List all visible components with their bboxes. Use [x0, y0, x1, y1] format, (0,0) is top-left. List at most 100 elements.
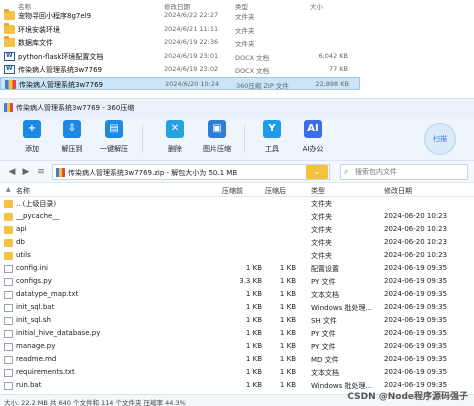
file-row[interactable]: utils 文件夹 2024-06-20 10:23 — [0, 250, 474, 262]
explorer-row[interactable]: 传染病人管理系统3w7769 2024/6/19 23:02 DOCX 文档 77 K… — [0, 63, 360, 76]
toolbar-button-tools[interactable]: Y 工具 — [252, 120, 292, 158]
file-list: .. (上级目录) 文件夹 __pycache__ 文件夹 2024-06-20 10:… — [0, 198, 474, 394]
explorer-row-date: 2024/6/19 22:36 — [164, 38, 219, 46]
explorer-row-size: 77 KB — [328, 65, 348, 73]
file-name: db — [16, 238, 25, 246]
search-box: ⌕ — [340, 164, 468, 180]
title-bar[interactable]: 传染病人管理系统3w7769 - 360压缩 — [0, 99, 474, 117]
file-row[interactable]: readme.md 1 KB 1 KB MD 文件 2024-06-19 09:35 — [0, 354, 474, 366]
explorer-row-name: 数据库文件 — [18, 39, 53, 47]
forward-icon[interactable]: ▶ — [20, 166, 32, 178]
explorer-row-date: 2024/6/19 23:02 — [164, 65, 219, 73]
search-input[interactable] — [355, 166, 465, 178]
file-modified: 2024-06-19 09:35 — [384, 277, 448, 285]
toolbar-button-label: 解压到 — [61, 145, 83, 153]
file-size-before: 3.3 KB — [239, 277, 262, 285]
list-view-icon[interactable]: ≡ — [35, 166, 47, 178]
file-row[interactable]: config.ini 1 KB 1 KB 配置设置 2024-06-19 09:35 — [0, 263, 474, 275]
file-row[interactable]: initial_hive_database.py 1 KB 1 KB PY 文件 202… — [0, 328, 474, 340]
file-icon — [4, 382, 13, 390]
toolbar-button-ai-office[interactable]: AI AI办公 — [293, 120, 333, 158]
tools-icon: Y — [263, 120, 281, 138]
col-header-type[interactable]: 类型 — [311, 186, 325, 196]
toolbar-button-one-click-extract[interactable]: ▤ 一键解压 — [94, 120, 134, 158]
toolbar-button-delete[interactable]: ✕ 删除 — [155, 120, 195, 158]
app-icon — [4, 103, 13, 112]
file-name: init_sql.bat — [16, 303, 55, 311]
file-type: MD 文件 — [311, 356, 339, 364]
window-title: 传染病人管理系统3w7769 - 360压缩 — [16, 104, 135, 112]
scan-button[interactable]: 扫描 — [424, 123, 456, 155]
explorer-row[interactable]: 数据库文件 2024/6/19 22:36 文件夹 — [0, 36, 360, 49]
explorer-row-date: 2024/6/19 23:01 — [164, 51, 219, 60]
col-header-modified[interactable]: 修改日期 — [384, 186, 412, 196]
explorer-row-date: 2024/6/20 10:24 — [165, 79, 220, 88]
file-row[interactable]: __pycache__ 文件夹 2024-06-20 10:23 — [0, 211, 474, 223]
search-icon: ⌕ — [344, 167, 349, 176]
toolbar-button-add[interactable]: + 添加 — [12, 120, 52, 158]
explorer-row-type: 360压缩 ZIP 文件 — [236, 81, 289, 90]
file-modified: 2024-06-19 09:35 — [384, 290, 448, 298]
file-name: run.bat — [16, 381, 42, 389]
file-size-before: 1 KB — [245, 329, 262, 337]
file-explorer: 名称 修改日期 类型 大小 宠物寻回小程序8g7el9 2024/6/22 22:… — [0, 0, 474, 96]
explorer-row-name: python-flask环境配置文档 — [18, 52, 104, 61]
toolbar-button-image-compress[interactable]: ▣ 图片压缩 — [197, 120, 237, 158]
explorer-row[interactable]: 传染病人管理系统3w7769 2024/6/20 10:24 360压缩 ZIP 文… — [0, 76, 360, 90]
explorer-row-date: 2024/6/21 11:11 — [164, 24, 219, 33]
col-header-original[interactable]: 压缩后 — [265, 186, 286, 196]
file-name: requirements.txt — [16, 368, 75, 376]
file-modified: 2024-06-19 09:35 — [384, 342, 448, 350]
file-name: .. (上级目录) — [16, 200, 57, 208]
file-row[interactable]: api 文件夹 2024-06-20 10:23 — [0, 224, 474, 236]
file-row[interactable]: db 文件夹 2024-06-20 10:23 — [0, 237, 474, 249]
file-icon — [4, 356, 13, 364]
explorer-row-type: 文件夹 — [235, 13, 255, 21]
file-type: PY 文件 — [311, 343, 336, 351]
file-row[interactable]: init_sql.sh 1 KB 1 KB SH 文件 2024-06-19 09:35 — [0, 315, 474, 327]
add-icon: + — [23, 120, 41, 138]
explorer-row-type: DOCX 文档 — [235, 67, 270, 75]
file-row[interactable]: init_sql.bat 1 KB 1 KB Windows 批处理... 2024-0… — [0, 302, 474, 314]
file-modified: 2024-06-19 09:35 — [384, 264, 448, 272]
file-name: manage.py — [16, 342, 56, 350]
toolbar-separator — [142, 125, 143, 153]
file-size-after: 1 KB — [279, 264, 296, 272]
file-name: datatype_map.txt — [16, 290, 79, 298]
toolbar-button-label: 删除 — [168, 145, 182, 153]
file-size-after: 1 KB — [279, 303, 296, 311]
explorer-row-name: 传染病人管理系统3w7769 — [18, 66, 102, 74]
delete-icon: ✕ — [166, 120, 184, 138]
file-type: 文件夹 — [311, 252, 332, 260]
folder-icon — [4, 239, 13, 247]
file-row[interactable]: manage.py 1 KB 1 KB PY 文件 2024-06-19 09:35 — [0, 341, 474, 353]
folder-icon — [4, 226, 13, 234]
file-type: 文件夹 — [311, 226, 332, 234]
explorer-row-size: 6,042 KB — [318, 51, 348, 60]
back-icon[interactable]: ◀ — [6, 166, 18, 178]
file-icon — [4, 369, 13, 377]
explorer-row[interactable]: 环境安装环境 2024/6/21 11:11 文件夹 — [0, 22, 360, 36]
file-modified: 2024-06-20 10:23 — [384, 251, 448, 259]
explorer-row[interactable]: python-flask环境配置文档 2024/6/19 23:01 DOCX 文档… — [0, 50, 360, 63]
file-row[interactable]: datatype_map.txt 1 KB 1 KB 文本文档 2024-06-19 0… — [0, 289, 474, 301]
file-type: 文件夹 — [311, 239, 332, 247]
file-row[interactable]: requirements.txt 1 KB 1 KB 文本文档 2024-06-19 0… — [0, 367, 474, 379]
col-header-compressed[interactable]: 压缩前 — [222, 186, 243, 196]
file-size-after: 1 KB — [279, 355, 296, 363]
file-row[interactable]: configs.py 3.3 KB 1 KB PY 文件 2024-06-19 09:3… — [0, 276, 474, 288]
status-text: 大小: 22.2 MB 共 640 个文件和 114 个文件夹 压缩率 44.3… — [4, 399, 186, 406]
col-header-name[interactable]: 名称 — [16, 186, 30, 196]
one-click-extract-icon: ▤ — [105, 120, 123, 138]
file-size-after: 1 KB — [279, 290, 296, 298]
file-size-before: 1 KB — [245, 264, 262, 272]
toolbar-button-extract[interactable]: ⇩ 解压到 — [52, 120, 92, 158]
address-field[interactable]: 传染病人管理系统3w7769.zip - 解包大小为 50.1 MB — [52, 164, 330, 180]
file-size-before: 1 KB — [245, 368, 262, 376]
file-row[interactable]: .. (上级目录) 文件夹 — [0, 198, 474, 210]
up-level-button[interactable]: ⌄ — [306, 165, 328, 179]
explorer-row[interactable]: 宠物寻回小程序8g7el9 2024/6/22 22:27 文件夹 — [0, 9, 360, 22]
file-name: readme.md — [16, 355, 57, 363]
file-size-after: 1 KB — [279, 316, 296, 324]
file-size-before: 1 KB — [245, 342, 262, 350]
